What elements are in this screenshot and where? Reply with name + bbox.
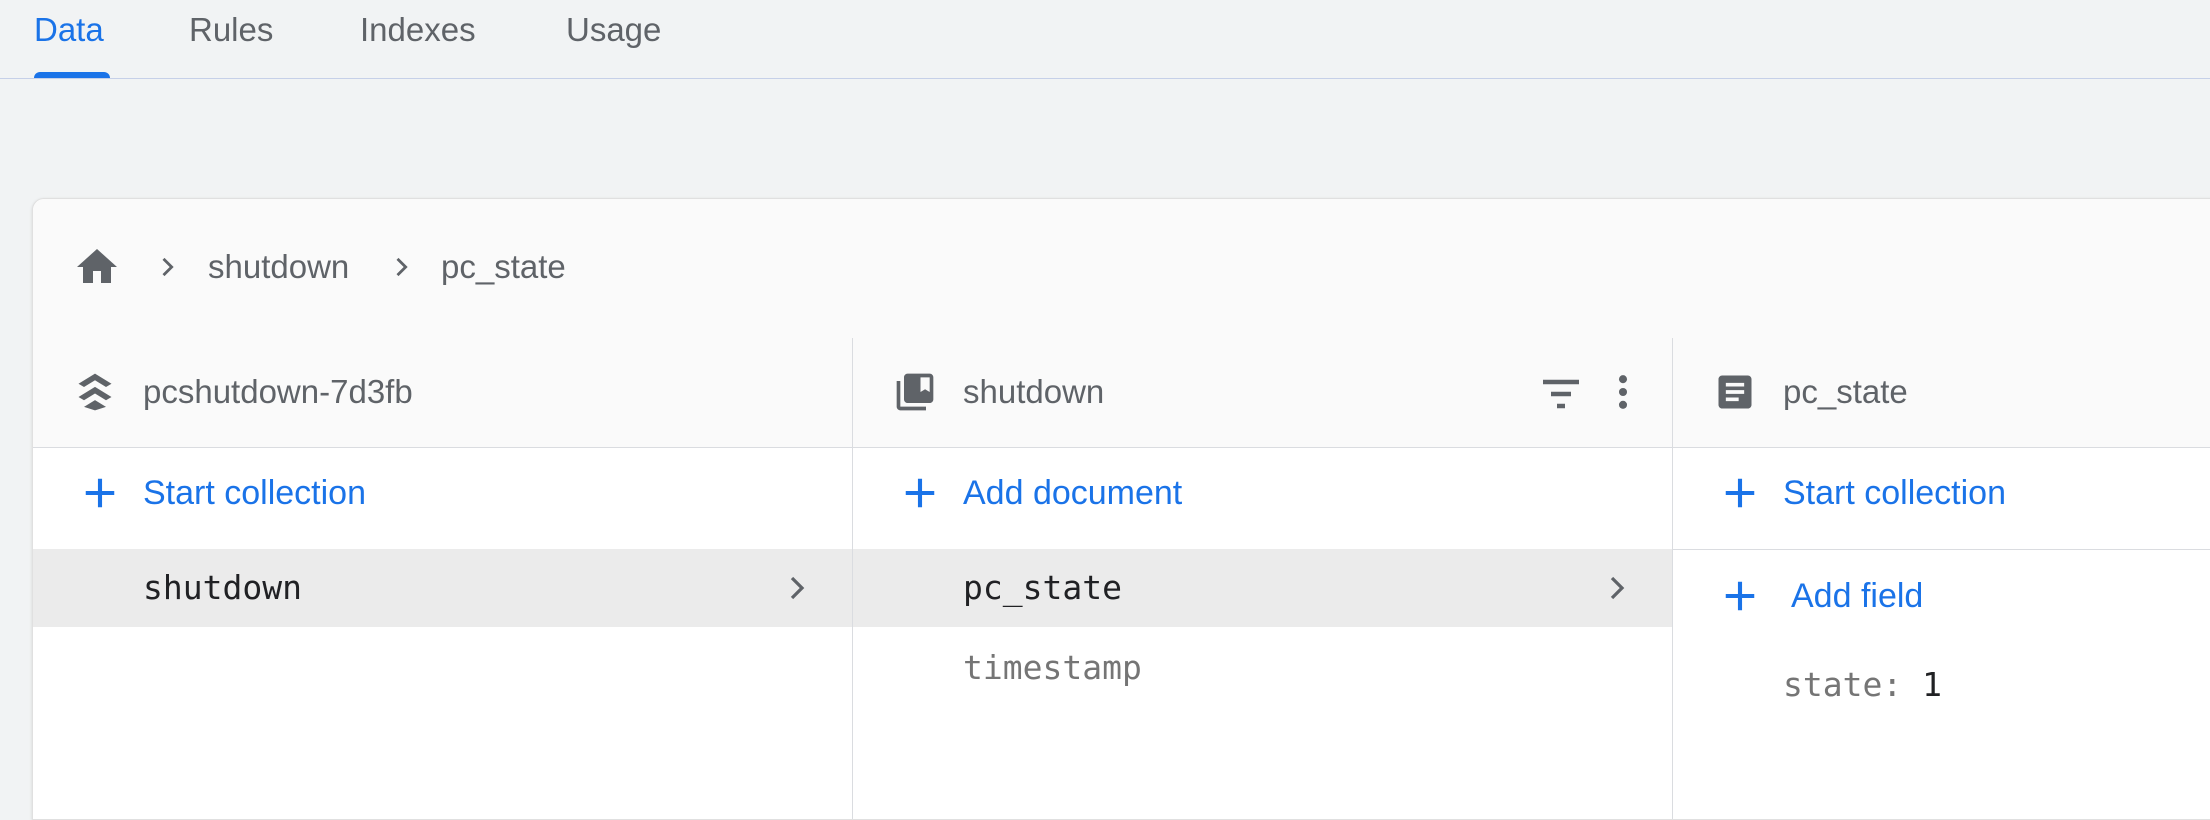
chevron-right-icon: [396, 257, 408, 277]
document-row[interactable]: timestamp: [853, 629, 1672, 707]
plus-icon: [85, 478, 115, 508]
field-value: 1: [1922, 665, 1942, 704]
collection-column: shutdown Add document pc_state timestamp: [852, 338, 1672, 819]
document-title: pc_state: [1783, 373, 1908, 410]
document-field[interactable]: state: 1: [1783, 663, 1942, 707]
more-vert-icon[interactable]: [1601, 368, 1645, 416]
filter-icon[interactable]: [1537, 370, 1585, 418]
plus-icon: [1725, 478, 1755, 508]
document-label: pc_state: [963, 568, 1122, 607]
tab-rules[interactable]: Rules: [189, 8, 273, 52]
tab-usage[interactable]: Usage: [566, 8, 661, 52]
firestore-stack-icon: [78, 373, 112, 411]
tab-data[interactable]: Data: [34, 8, 104, 52]
collection-icon: [896, 373, 934, 411]
project-column: pcshutdown-7d3fb Start collection shutdo…: [33, 338, 852, 819]
column-header: pc_state: [1673, 338, 2210, 448]
collection-title: shutdown: [963, 373, 1105, 410]
add-document-label: Add document: [963, 474, 1183, 512]
column-header: pcshutdown-7d3fb: [33, 338, 852, 448]
start-collection-label: Start collection: [1783, 474, 2006, 512]
collection-label: shutdown: [143, 568, 302, 607]
column-header: shutdown: [853, 338, 1672, 448]
plus-icon: [1725, 581, 1755, 611]
field-key: state:: [1783, 665, 1903, 704]
document-icon: [1718, 375, 1752, 409]
tab-bar: Data Rules Indexes Usage: [0, 0, 2210, 79]
chevron-right-icon: [790, 576, 805, 600]
start-collection-label: Start collection: [143, 474, 366, 512]
breadcrumb-item-shutdown[interactable]: shutdown: [208, 247, 349, 287]
breadcrumb: shutdown pc_state: [33, 199, 2210, 339]
divider: [1673, 549, 2210, 550]
document-label: timestamp: [963, 648, 1142, 687]
document-column: pc_state Start collection Add field stat…: [1672, 338, 2210, 819]
chevron-right-icon: [1610, 576, 1625, 600]
chevron-right-icon: [162, 257, 174, 277]
home-icon[interactable]: [73, 243, 121, 291]
document-row[interactable]: pc_state: [853, 549, 1672, 627]
breadcrumb-item-pc-state[interactable]: pc_state: [441, 247, 566, 287]
project-title: pcshutdown-7d3fb: [143, 373, 413, 410]
add-field-label: Add field: [1791, 577, 1924, 615]
active-tab-indicator: [34, 72, 110, 78]
data-panel: shutdown pc_state pcshutdown-7d3fb Start…: [32, 198, 2210, 820]
collection-row[interactable]: shutdown: [33, 549, 852, 627]
tab-indexes[interactable]: Indexes: [360, 8, 476, 52]
plus-icon: [905, 478, 935, 508]
